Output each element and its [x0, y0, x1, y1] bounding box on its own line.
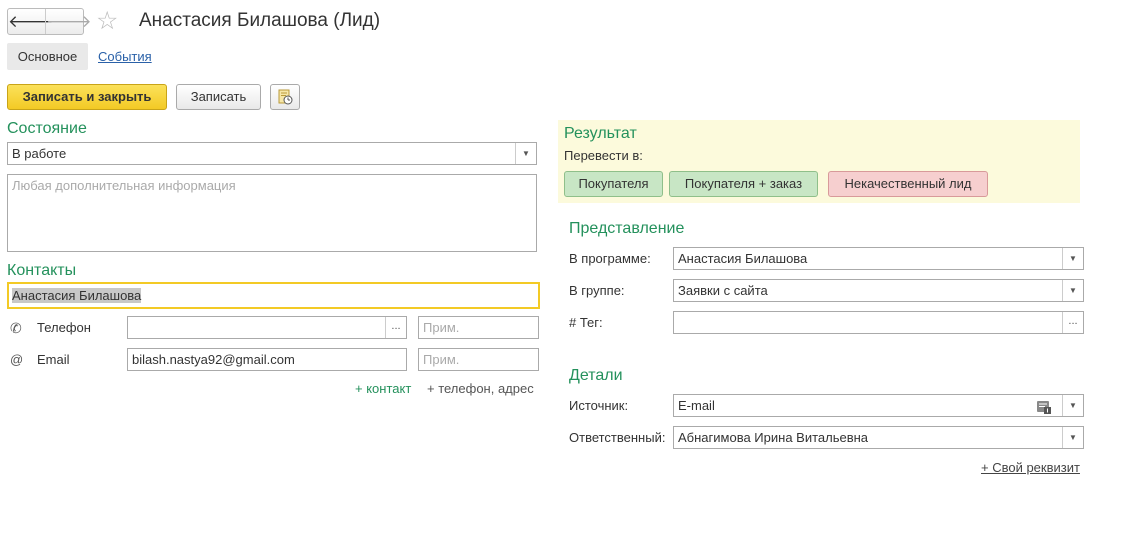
favorite-star-icon[interactable]: ☆	[96, 7, 118, 35]
source-type-icon[interactable]	[1037, 399, 1051, 416]
contact-name-input[interactable]: Анастасия Билашова	[7, 282, 540, 309]
add-custom-attribute-link[interactable]: + Свой реквизит	[981, 460, 1080, 475]
chevron-down-icon[interactable]: ▼	[1062, 248, 1083, 269]
add-contact-link[interactable]: + контакт	[355, 381, 411, 396]
result-section-title: Результат	[564, 125, 637, 142]
convert-label: Перевести в:	[564, 148, 643, 163]
convert-to-customer-button[interactable]: Покупателя	[564, 171, 663, 197]
chevron-down-icon[interactable]: ▼	[1062, 280, 1083, 301]
source-select[interactable]: E-mail ▼	[673, 394, 1084, 417]
report-clock-icon	[278, 89, 293, 105]
tab-main[interactable]: Основное	[7, 43, 88, 70]
add-phone-address-link[interactable]: + телефон, адрес	[427, 381, 534, 396]
phone-note-input[interactable]: Прим.	[418, 316, 539, 339]
contact-name-value: Анастасия Билашова	[12, 288, 142, 303]
tab-events[interactable]: События	[98, 49, 152, 64]
chevron-down-icon[interactable]: ▼	[515, 143, 536, 164]
details-section-title: Детали	[569, 367, 623, 384]
in-group-select[interactable]: Заявки с сайта ▼	[673, 279, 1084, 302]
convert-to-customer-order-button[interactable]: Покупателя + заказ	[669, 171, 818, 197]
nav-buttons: 🡐 🡒	[7, 8, 92, 35]
save-button[interactable]: Записать	[176, 84, 261, 110]
status-select[interactable]: В работе ▼	[7, 142, 537, 165]
in-program-select[interactable]: Анастасия Билашова ▼	[673, 247, 1084, 270]
phone-input[interactable]: ...	[127, 316, 407, 339]
comment-textarea[interactable]: Любая дополнительная информация	[7, 174, 537, 252]
page-title: Анастасия Билашова (Лид)	[139, 10, 381, 31]
in-program-label: В программе:	[569, 251, 651, 266]
forward-arrow-icon[interactable]: 🡒	[45, 9, 92, 34]
contacts-section-title: Контакты	[7, 262, 77, 279]
representation-section-title: Представление	[569, 220, 685, 237]
more-icon[interactable]: ...	[1062, 312, 1083, 333]
list-number-icon	[1037, 401, 1051, 414]
phone-label: Телефон	[37, 320, 91, 335]
email-note-input[interactable]: Прим.	[418, 348, 539, 371]
tag-label: # Тег:	[569, 315, 603, 330]
chevron-down-icon[interactable]: ▼	[1062, 427, 1083, 448]
low-quality-lead-button[interactable]: Некачественный лид	[828, 171, 988, 197]
status-value: В работе	[12, 146, 67, 161]
email-label: Email	[37, 352, 70, 367]
save-and-close-button[interactable]: Записать и закрыть	[7, 84, 167, 110]
state-section-title: Состояние	[7, 120, 87, 137]
tag-input[interactable]: ...	[673, 311, 1084, 334]
more-icon[interactable]: ...	[385, 317, 406, 338]
chevron-down-icon[interactable]: ▼	[1062, 395, 1083, 416]
responsible-label: Ответственный:	[569, 430, 666, 445]
in-group-label: В группе:	[569, 283, 625, 298]
source-label: Источник:	[569, 398, 629, 413]
report-button[interactable]	[270, 84, 300, 110]
phone-icon: ✆	[10, 320, 22, 336]
email-input[interactable]: bilash.nastya92@gmail.com	[127, 348, 407, 371]
at-sign-icon: @	[10, 352, 24, 367]
responsible-select[interactable]: Абнагимова Ирина Витальевна ▼	[673, 426, 1084, 449]
back-arrow-icon[interactable]: 🡐	[8, 9, 54, 34]
